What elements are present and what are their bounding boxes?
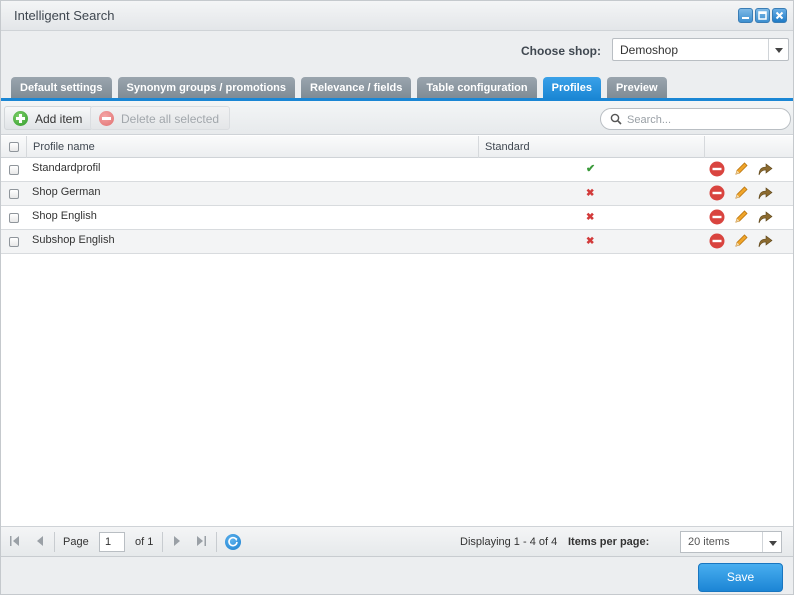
refresh-icon [228, 536, 238, 547]
minimize-icon [742, 17, 749, 19]
page-number-input[interactable] [99, 532, 125, 552]
column-standard[interactable]: Standard [479, 136, 705, 158]
next-page-icon[interactable] [171, 535, 183, 547]
window-controls [738, 8, 787, 23]
add-item-label: Add item [35, 112, 83, 126]
tab-preview[interactable]: Preview [606, 77, 667, 99]
select-all-checkbox[interactable] [9, 142, 19, 152]
paging-separator [162, 532, 163, 552]
tab-default-settings[interactable]: Default settings [11, 77, 112, 99]
edit-pencil-icon[interactable] [733, 161, 749, 177]
last-page-icon[interactable] [195, 535, 207, 547]
shop-chooser-bar: Choose shop: Demoshop [1, 32, 793, 70]
page-count-label: of 1 [135, 536, 154, 548]
column-profile-name[interactable]: Profile name [27, 136, 479, 158]
tab-synonym-groups[interactable]: Synonym groups / promotions [117, 77, 296, 99]
table-row[interactable]: Shop English ✖ [1, 206, 793, 230]
table-row[interactable]: Standardprofil ✔ [1, 158, 793, 182]
shop-select[interactable]: Demoshop [612, 38, 789, 61]
items-per-page-label: Items per page: [568, 536, 650, 548]
paging-separator [54, 532, 55, 552]
tab-profiles[interactable]: Profiles [542, 77, 601, 99]
row-actions [709, 209, 773, 225]
maximize-icon [758, 11, 767, 20]
paging-separator [216, 532, 217, 552]
search-box[interactable] [600, 108, 791, 130]
tab-bar: Default settings Synonym groups / promot… [11, 77, 667, 99]
profile-name: Shop English [32, 210, 97, 222]
chevron-down-icon [769, 541, 777, 546]
add-item-button[interactable]: Add item [4, 106, 94, 130]
items-per-page-trigger[interactable] [762, 532, 781, 552]
previous-page-icon[interactable] [34, 535, 46, 547]
forward-arrow-icon[interactable] [757, 209, 773, 225]
displaying-info: Displaying 1 - 4 of 4 [460, 536, 558, 548]
edit-pencil-icon[interactable] [733, 209, 749, 225]
shop-select-value: Demoshop [620, 43, 679, 57]
search-input[interactable] [627, 112, 782, 127]
delete-row-icon[interactable] [709, 185, 725, 201]
window-title: Intelligent Search [14, 8, 115, 23]
row-checkbox[interactable] [9, 165, 19, 175]
delete-icon [99, 111, 114, 126]
table-row[interactable]: Shop German ✖ [1, 182, 793, 206]
delete-row-icon[interactable] [709, 233, 725, 249]
title-bar: Intelligent Search [1, 1, 793, 31]
search-icon [610, 113, 622, 125]
minimize-button[interactable] [738, 8, 753, 23]
edit-pencil-icon[interactable] [733, 233, 749, 249]
standard-check-icon: ✔ [586, 163, 596, 175]
row-checkbox[interactable] [9, 237, 19, 247]
delete-row-icon[interactable] [709, 209, 725, 225]
profile-name: Standardprofil [32, 162, 101, 174]
grid-header: Profile name Standard [1, 136, 793, 158]
forward-arrow-icon[interactable] [757, 233, 773, 249]
profiles-panel: Add item Delete all selected Profile nam… [1, 101, 793, 557]
forward-arrow-icon[interactable] [757, 185, 773, 201]
row-actions [709, 233, 773, 249]
table-row[interactable]: Subshop English ✖ [1, 230, 793, 254]
chevron-down-icon [775, 48, 783, 53]
page-label: Page [63, 536, 89, 548]
tab-relevance-fields[interactable]: Relevance / fields [301, 77, 412, 99]
row-actions [709, 161, 773, 177]
select-all-cell [1, 136, 27, 158]
intelligent-search-window: Intelligent Search Choose shop: Demoshop… [0, 0, 794, 595]
standard-cross-icon: ✖ [586, 212, 595, 223]
grid-toolbar: Add item Delete all selected [1, 101, 793, 135]
refresh-button[interactable] [225, 534, 241, 550]
close-button[interactable] [772, 8, 787, 23]
column-actions [705, 136, 793, 158]
close-icon [775, 11, 784, 20]
shop-select-trigger[interactable] [768, 39, 788, 60]
paging-toolbar: Page of 1 Displaying 1 - 4 of 4 Items pe… [1, 526, 793, 556]
items-per-page-select[interactable]: 20 items [680, 531, 782, 553]
first-page-icon[interactable] [9, 535, 21, 547]
row-checkbox[interactable] [9, 189, 19, 199]
profile-name: Subshop English [32, 234, 115, 246]
items-per-page-value: 20 items [688, 536, 730, 548]
profiles-grid: Profile name Standard Standardprofil ✔ S… [1, 136, 793, 254]
delete-all-label: Delete all selected [121, 112, 220, 126]
row-actions [709, 185, 773, 201]
choose-shop-label: Choose shop: [521, 44, 601, 58]
save-button[interactable]: Save [698, 563, 783, 592]
delete-all-selected-button[interactable]: Delete all selected [90, 106, 231, 130]
profile-name: Shop German [32, 186, 101, 198]
tab-table-configuration[interactable]: Table configuration [417, 77, 537, 99]
standard-cross-icon: ✖ [586, 188, 595, 199]
maximize-button[interactable] [755, 8, 770, 23]
standard-cross-icon: ✖ [586, 236, 595, 247]
row-checkbox[interactable] [9, 213, 19, 223]
delete-row-icon[interactable] [709, 161, 725, 177]
edit-pencil-icon[interactable] [733, 185, 749, 201]
add-icon [13, 111, 28, 126]
forward-arrow-icon[interactable] [757, 161, 773, 177]
